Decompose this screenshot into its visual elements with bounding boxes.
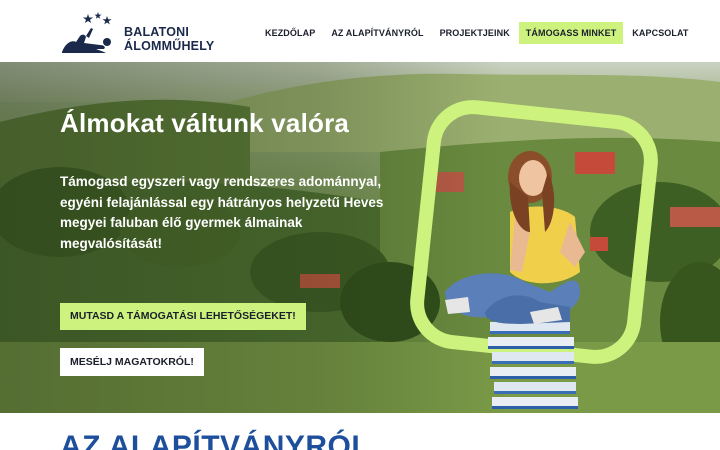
girl-on-books-image — [445, 151, 585, 409]
section-title-about: AZ ALAPÍTVÁNYRÓL — [60, 430, 371, 450]
brand-name-line2: ÁLOMMŰHELY — [124, 39, 215, 53]
nav-item-kapcsolat[interactable]: KAPCSOLAT — [625, 22, 695, 44]
person-lying-stars-icon — [62, 12, 112, 53]
nav-item-tamogass-minket[interactable]: TÁMOGASS MINKET — [518, 22, 624, 44]
hero-description: Támogasd egyszeri vagy rendszeres adomán… — [60, 174, 384, 251]
about-us-button[interactable]: MESÉLJ MAGATOKRÓL! — [60, 348, 204, 376]
brand-name-line1: BALATONI — [124, 25, 190, 39]
support-options-button[interactable]: MUTASD A TÁMOGATÁSI LEHETŐSÉGEKET! — [60, 303, 306, 330]
nav-item-alapitvanyrol[interactable]: AZ ALAPÍTVÁNYRÓL — [324, 22, 430, 44]
nav-item-kezdolap[interactable]: KEZDŐLAP — [258, 22, 322, 44]
hero-banner: Álmokat váltunk valóra Támogasd egyszeri… — [0, 62, 720, 413]
brand-name: BALATONI ÁLOMMŰHELY — [124, 25, 214, 53]
main-nav: KEZDŐLAP AZ ALAPÍTVÁNYRÓL PROJEKTJEINK T… — [258, 22, 698, 44]
nav-item-projektjeink[interactable]: PROJEKTJEINK — [433, 22, 517, 44]
site-header: BALATONI ÁLOMMŰHELY KEZDŐLAP AZ ALAPÍTVÁ… — [0, 0, 720, 62]
brand-logo[interactable]: BALATONI ÁLOMMŰHELY — [60, 12, 220, 54]
hero-title: Álmokat váltunk valóra — [60, 108, 350, 138]
